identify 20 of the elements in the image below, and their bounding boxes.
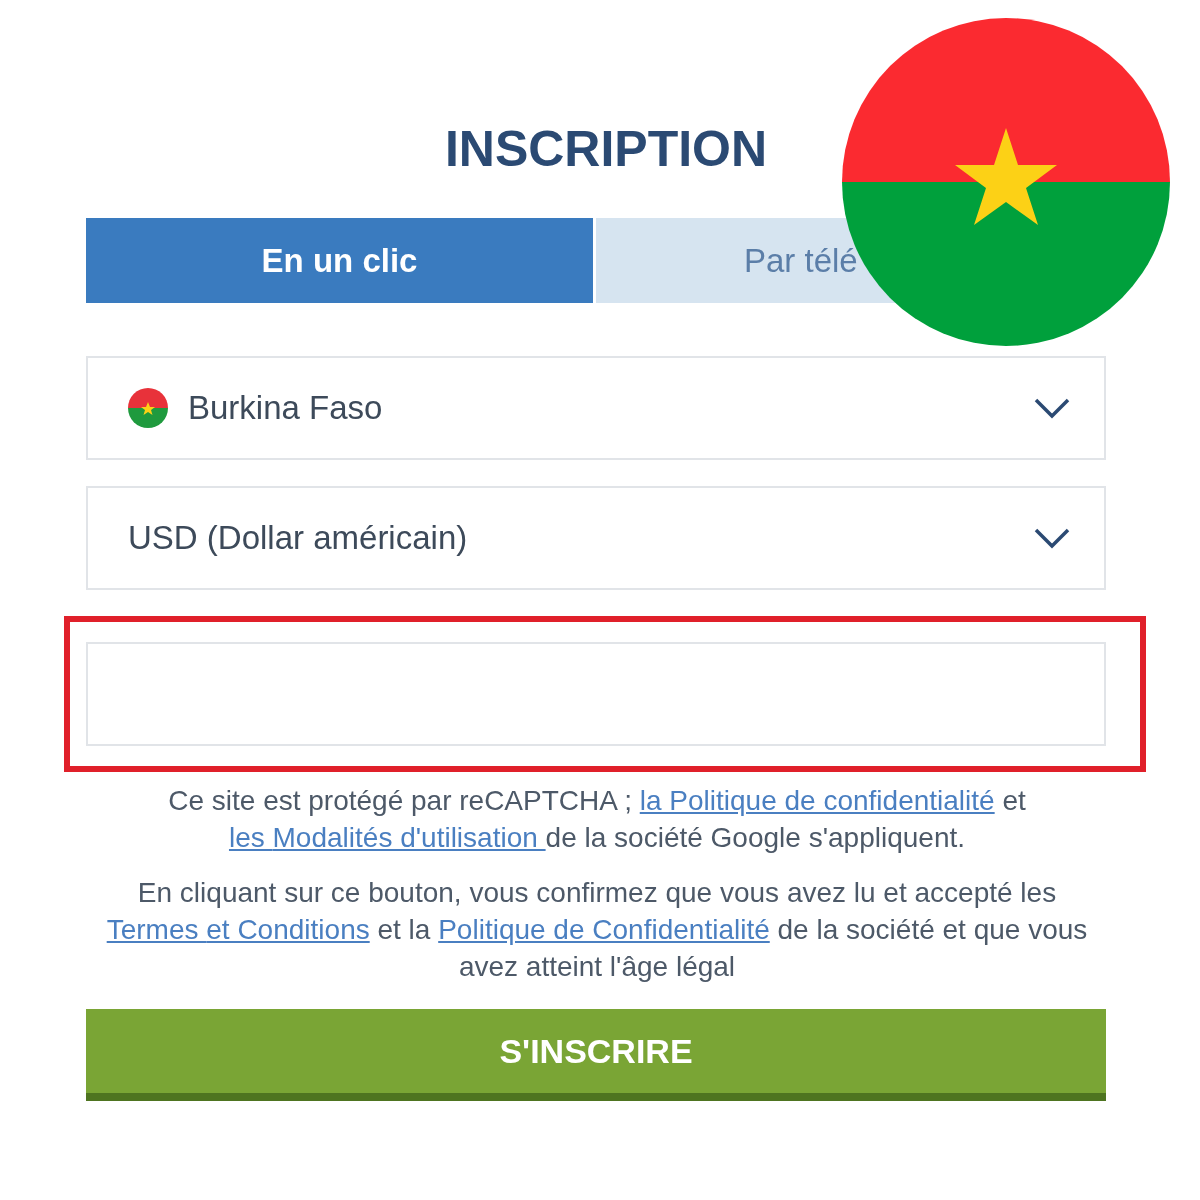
tab[interactable]: Par télé	[596, 218, 864, 303]
notice-text: Ce site est protégé par reCAPTCHA ; la Politique de confidentialité et les Modalités d'utilisation de la société Google s'appliquent.	[167, 784, 1027, 855]
select-field[interactable]: USD (Dollar américain)	[86, 486, 1106, 590]
notice-text: En cliquant sur ce bouton, vous confirmez que vous avez lu et accepté les Termes et Conditions et la Politique de Confidentialité de la société et que vous avez atteint l'âge légal	[105, 876, 1089, 984]
select-value: USD (Dollar américain)	[128, 519, 469, 557]
chevron-down-icon	[1034, 397, 1070, 419]
select-value: Burkina Faso	[188, 389, 384, 427]
link[interactable]: et Conditions	[206, 914, 370, 945]
tab[interactable]: En un clic	[86, 218, 596, 303]
link[interactable]: la Politique de confidentialité	[639, 785, 995, 816]
register-button[interactable]: S'INSCRIRE	[86, 1009, 1106, 1101]
link[interactable]: les	[228, 822, 273, 853]
link[interactable]: Termes	[106, 914, 207, 945]
flag-icon	[128, 388, 168, 428]
link[interactable]: Politique de Confidentialité	[438, 914, 770, 945]
select-field[interactable]: Burkina Faso	[86, 356, 1106, 460]
link[interactable]: Modalités d'utilisation	[272, 822, 546, 853]
form-title: INSCRIPTION	[444, 120, 768, 178]
input-field[interactable]	[86, 642, 1106, 746]
chevron-down-icon	[1034, 527, 1070, 549]
